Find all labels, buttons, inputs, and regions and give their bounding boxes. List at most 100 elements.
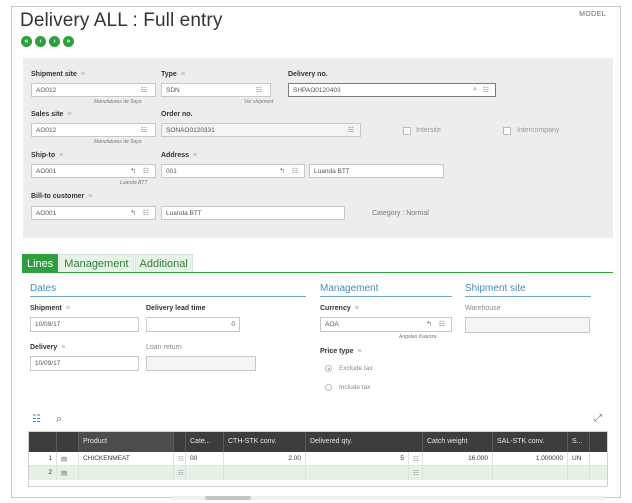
category-cell[interactable]	[186, 466, 224, 480]
ship-to-field[interactable]: AO001 ↰ ☷	[31, 164, 156, 178]
list-icon[interactable]: ☷	[143, 209, 149, 217]
tab-lines[interactable]: Lines	[22, 254, 59, 273]
search-icon[interactable]: ⌕	[56, 413, 62, 426]
row-detail-icon[interactable]: ▤	[57, 452, 79, 466]
sales-site-field[interactable]: AO012 ☷	[31, 123, 156, 137]
bill-to-customer-name-field[interactable]: Luanda BTT	[161, 206, 345, 220]
delivery-no-label: Delivery no.	[288, 71, 328, 78]
row-detail-icon[interactable]: ▤	[57, 466, 79, 480]
grid-header-sal-stk-conv[interactable]: SAL-STK conv.	[493, 432, 568, 452]
catch-weight-cell[interactable]: 16.000	[423, 452, 493, 466]
intersite-label: Intersite	[416, 127, 441, 134]
list-icon[interactable]: ☷	[409, 452, 423, 466]
order-no-field[interactable]: SONAO0120331 ☷	[161, 123, 361, 137]
shipment-site-description: Manufatures de Soyo	[94, 99, 142, 105]
bill-to-customer-label: Bill-to customer ≡	[31, 193, 93, 200]
grid-header-line-number	[29, 432, 57, 452]
list-icon[interactable]: ☷	[141, 126, 147, 134]
shipment-site-section-divider	[465, 296, 591, 297]
expand-icon[interactable]: ⤢	[594, 413, 602, 424]
zoom-icon[interactable]: ↰	[426, 320, 432, 328]
shipment-site-field[interactable]: AO012 ☷	[31, 83, 156, 97]
type-field[interactable]: SDN ☷	[161, 83, 271, 97]
exclude-tax-radio[interactable]	[325, 365, 332, 372]
grid-header-stock-unit[interactable]: S...	[568, 432, 590, 452]
zoom-icon[interactable]: ↰	[279, 167, 285, 175]
list-icon[interactable]: ☷	[483, 86, 489, 94]
ship-to-label: Ship-to ≡	[31, 152, 64, 159]
product-cell[interactable]: CHICKENMEAT	[79, 452, 174, 466]
row-number: 2	[29, 466, 57, 480]
zoom-icon[interactable]: ↰	[130, 167, 136, 175]
tab-additional[interactable]: Additional	[134, 254, 193, 273]
shipment-date-label: Shipment ≡	[30, 305, 70, 312]
list-icon[interactable]: ☷	[292, 167, 298, 175]
delivery-lead-time-label: Delivery lead time	[146, 305, 206, 312]
address-label: Address ≡	[161, 152, 198, 159]
delivery-date-field[interactable]: 10/09/17	[30, 356, 139, 371]
table-row[interactable]: 2 ▤ ☷ ☷	[29, 466, 607, 480]
intercompany-checkbox[interactable]	[503, 127, 511, 135]
address-code-field[interactable]: 001 ↰ ☷	[161, 164, 305, 178]
grid-header-delivered-qty[interactable]: Delivered qty.	[306, 432, 423, 452]
last-record-icon[interactable]: »	[63, 36, 74, 47]
category-text: Category : Normal	[372, 210, 429, 217]
grid-layout-icon[interactable]: ☷	[32, 414, 41, 425]
sales-site-description: Manufatures de Soyo	[94, 139, 142, 145]
delivered-qty-cell[interactable]	[306, 466, 409, 480]
next-record-icon[interactable]: ›	[49, 36, 60, 47]
stock-unit-cell[interactable]: UN	[568, 452, 590, 466]
table-row[interactable]: 1 ▤ CHICKENMEAT ☷ 00 2.00 5 ☷ 16.000 1.0…	[29, 452, 607, 466]
delivery-lead-time-field[interactable]: 0	[146, 317, 240, 332]
type-description: Ver shipment	[244, 99, 274, 105]
cth-stk-conv-cell[interactable]: 2.00	[224, 452, 306, 466]
delivery-no-field[interactable]: SHPAO0120403 ⌕ ☷	[288, 83, 496, 97]
category-cell[interactable]: 00	[186, 452, 224, 466]
loan-return-field[interactable]	[146, 356, 256, 371]
include-tax-radio[interactable]	[325, 384, 332, 391]
bill-to-customer-field[interactable]: AO001 ↰ ☷	[31, 206, 156, 220]
exclude-tax-label: Exclude tax	[339, 365, 373, 372]
list-icon[interactable]: ☷	[143, 167, 149, 175]
warehouse-field[interactable]	[465, 317, 590, 333]
dates-section-divider	[30, 296, 306, 297]
tab-management[interactable]: Management	[59, 254, 134, 273]
intersite-checkbox[interactable]	[403, 127, 411, 135]
first-record-icon[interactable]: «	[21, 36, 32, 47]
row-number: 1	[29, 452, 57, 466]
search-icon[interactable]: ⌕	[473, 86, 477, 94]
intercompany-label: Intercompany	[517, 127, 560, 134]
address-name-field[interactable]: Luanda BTT	[309, 164, 444, 178]
stock-unit-cell[interactable]	[568, 466, 590, 480]
zoom-icon[interactable]: ↰	[130, 209, 136, 217]
previous-record-icon[interactable]: ‹	[35, 36, 46, 47]
warehouse-label: Warehouse	[465, 305, 501, 312]
horizontal-scrollbar[interactable]	[172, 496, 604, 500]
sal-stk-conv-cell[interactable]: 1.000000	[493, 452, 568, 466]
list-icon[interactable]: ☷	[348, 126, 354, 134]
grid-header-row: Product Cate... CTH-STK conv. Delivered …	[29, 432, 607, 452]
list-icon[interactable]: ☷	[174, 466, 186, 480]
delivered-qty-cell[interactable]: 5	[306, 452, 409, 466]
tab-bar: Lines Management Additional	[22, 254, 194, 273]
catch-weight-cell[interactable]	[423, 466, 493, 480]
shipment-site-label: Shipment site ≡	[31, 71, 85, 78]
list-icon[interactable]: ☷	[174, 452, 186, 466]
grid-header-catch-weight[interactable]: Catch weight	[423, 432, 493, 452]
product-cell[interactable]	[79, 466, 174, 480]
currency-label: Currency ≡	[320, 305, 359, 312]
scrollbar-thumb[interactable]	[205, 496, 251, 500]
sal-stk-conv-cell[interactable]	[493, 466, 568, 480]
currency-field[interactable]: AOA ↰ ☷	[320, 317, 452, 332]
cth-stk-conv-cell[interactable]	[224, 466, 306, 480]
list-icon[interactable]: ☷	[256, 86, 262, 94]
shipment-date-field[interactable]: 10/09/17	[30, 317, 139, 332]
list-icon[interactable]: ☷	[439, 320, 445, 328]
list-icon[interactable]: ☷	[409, 466, 423, 480]
grid-header-cth-stk-conv[interactable]: CTH-STK conv.	[224, 432, 306, 452]
lines-grid: Product Cate... CTH-STK conv. Delivered …	[28, 431, 608, 487]
page-title: Delivery ALL : Full entry	[20, 10, 223, 31]
grid-header-product[interactable]: Product	[79, 432, 174, 452]
list-icon[interactable]: ☷	[141, 86, 147, 94]
grid-header-category[interactable]: Cate...	[186, 432, 224, 452]
